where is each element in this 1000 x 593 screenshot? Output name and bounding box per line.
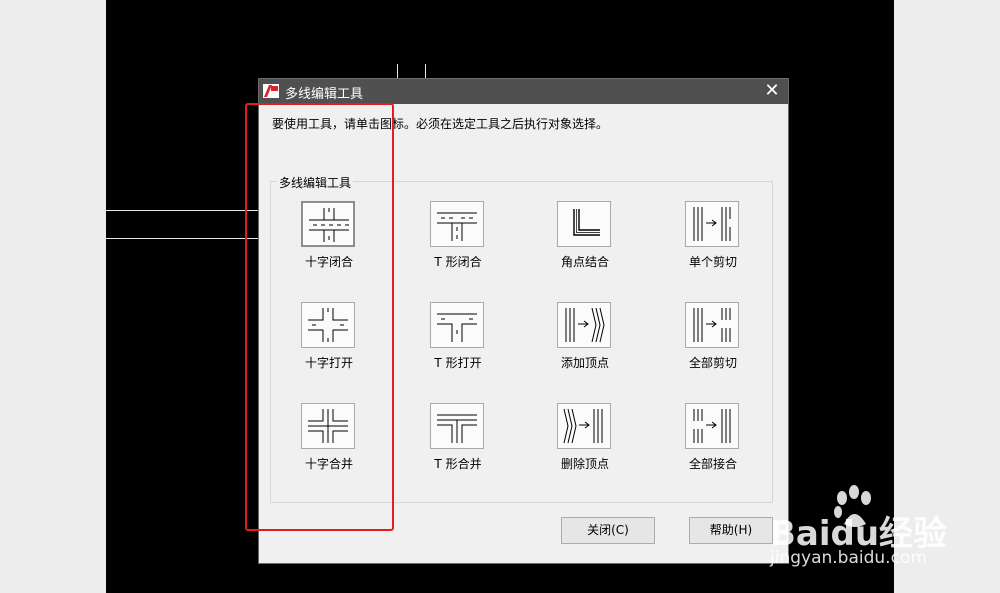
tool-button[interactable] [430, 403, 484, 449]
weld-all-icon [693, 409, 731, 443]
tool-button[interactable] [557, 302, 611, 348]
tool-weld-all[interactable]: 全部接合 [663, 403, 763, 477]
tee-open-icon [437, 313, 477, 342]
tool-label: 添加顶点 [560, 356, 609, 370]
autocad-app-icon [263, 84, 279, 98]
tool-label: 全部剪切 [688, 356, 737, 370]
tool-button[interactable] [685, 403, 739, 449]
help-button[interactable]: 帮助(H) [689, 517, 773, 544]
close-icon[interactable]: ✕ [762, 81, 782, 101]
delete-vertex-icon [563, 408, 603, 444]
cad-line [397, 64, 398, 78]
cad-line [425, 64, 426, 78]
cut-single-icon [693, 207, 731, 241]
tool-tee-merged[interactable]: T 形合并 [408, 403, 508, 477]
add-vertex-icon [565, 307, 605, 343]
left-gray-margin [0, 0, 106, 593]
tool-button[interactable] [685, 302, 739, 348]
tool-corner-joint[interactable]: 角点结合 [535, 201, 635, 275]
cut-all-icon [693, 308, 731, 342]
tool-button[interactable] [430, 302, 484, 348]
tool-add-vertex[interactable]: 添加顶点 [535, 302, 635, 376]
tool-button[interactable] [685, 201, 739, 247]
tool-delete-vertex[interactable]: 删除顶点 [535, 403, 635, 477]
dialog-titlebar[interactable]: 多线编辑工具 ✕ [259, 79, 788, 104]
tool-button[interactable] [557, 403, 611, 449]
close-button[interactable]: 关闭(C) [561, 517, 655, 544]
tee-merged-icon [437, 414, 477, 443]
tool-label: 全部接合 [688, 457, 737, 471]
tool-tee-closed[interactable]: T 形闭合 [408, 201, 508, 275]
tool-cut-single[interactable]: 单个剪切 [663, 201, 763, 275]
tee-closed-icon [437, 212, 477, 241]
tool-label: T 形合并 [434, 457, 482, 471]
tool-button[interactable] [557, 201, 611, 247]
cad-line [106, 210, 258, 211]
tool-label: T 形闭合 [434, 255, 482, 269]
baidu-watermark: Baidu经验 jingyan.baidu.com [770, 484, 960, 574]
cad-line [106, 238, 258, 239]
tool-label: 角点结合 [560, 255, 609, 269]
tool-label: 删除顶点 [560, 457, 609, 471]
red-highlight-box [245, 103, 394, 531]
corner-joint-icon [573, 209, 600, 236]
tool-button[interactable] [430, 201, 484, 247]
tool-label: T 形打开 [434, 356, 482, 370]
dialog-title: 多线编辑工具 [285, 87, 364, 102]
tool-cut-all[interactable]: 全部剪切 [663, 302, 763, 376]
watermark-url: jingyan.baidu.com [770, 548, 927, 568]
tool-tee-open[interactable]: T 形打开 [408, 302, 508, 376]
tool-label: 单个剪切 [688, 255, 737, 269]
